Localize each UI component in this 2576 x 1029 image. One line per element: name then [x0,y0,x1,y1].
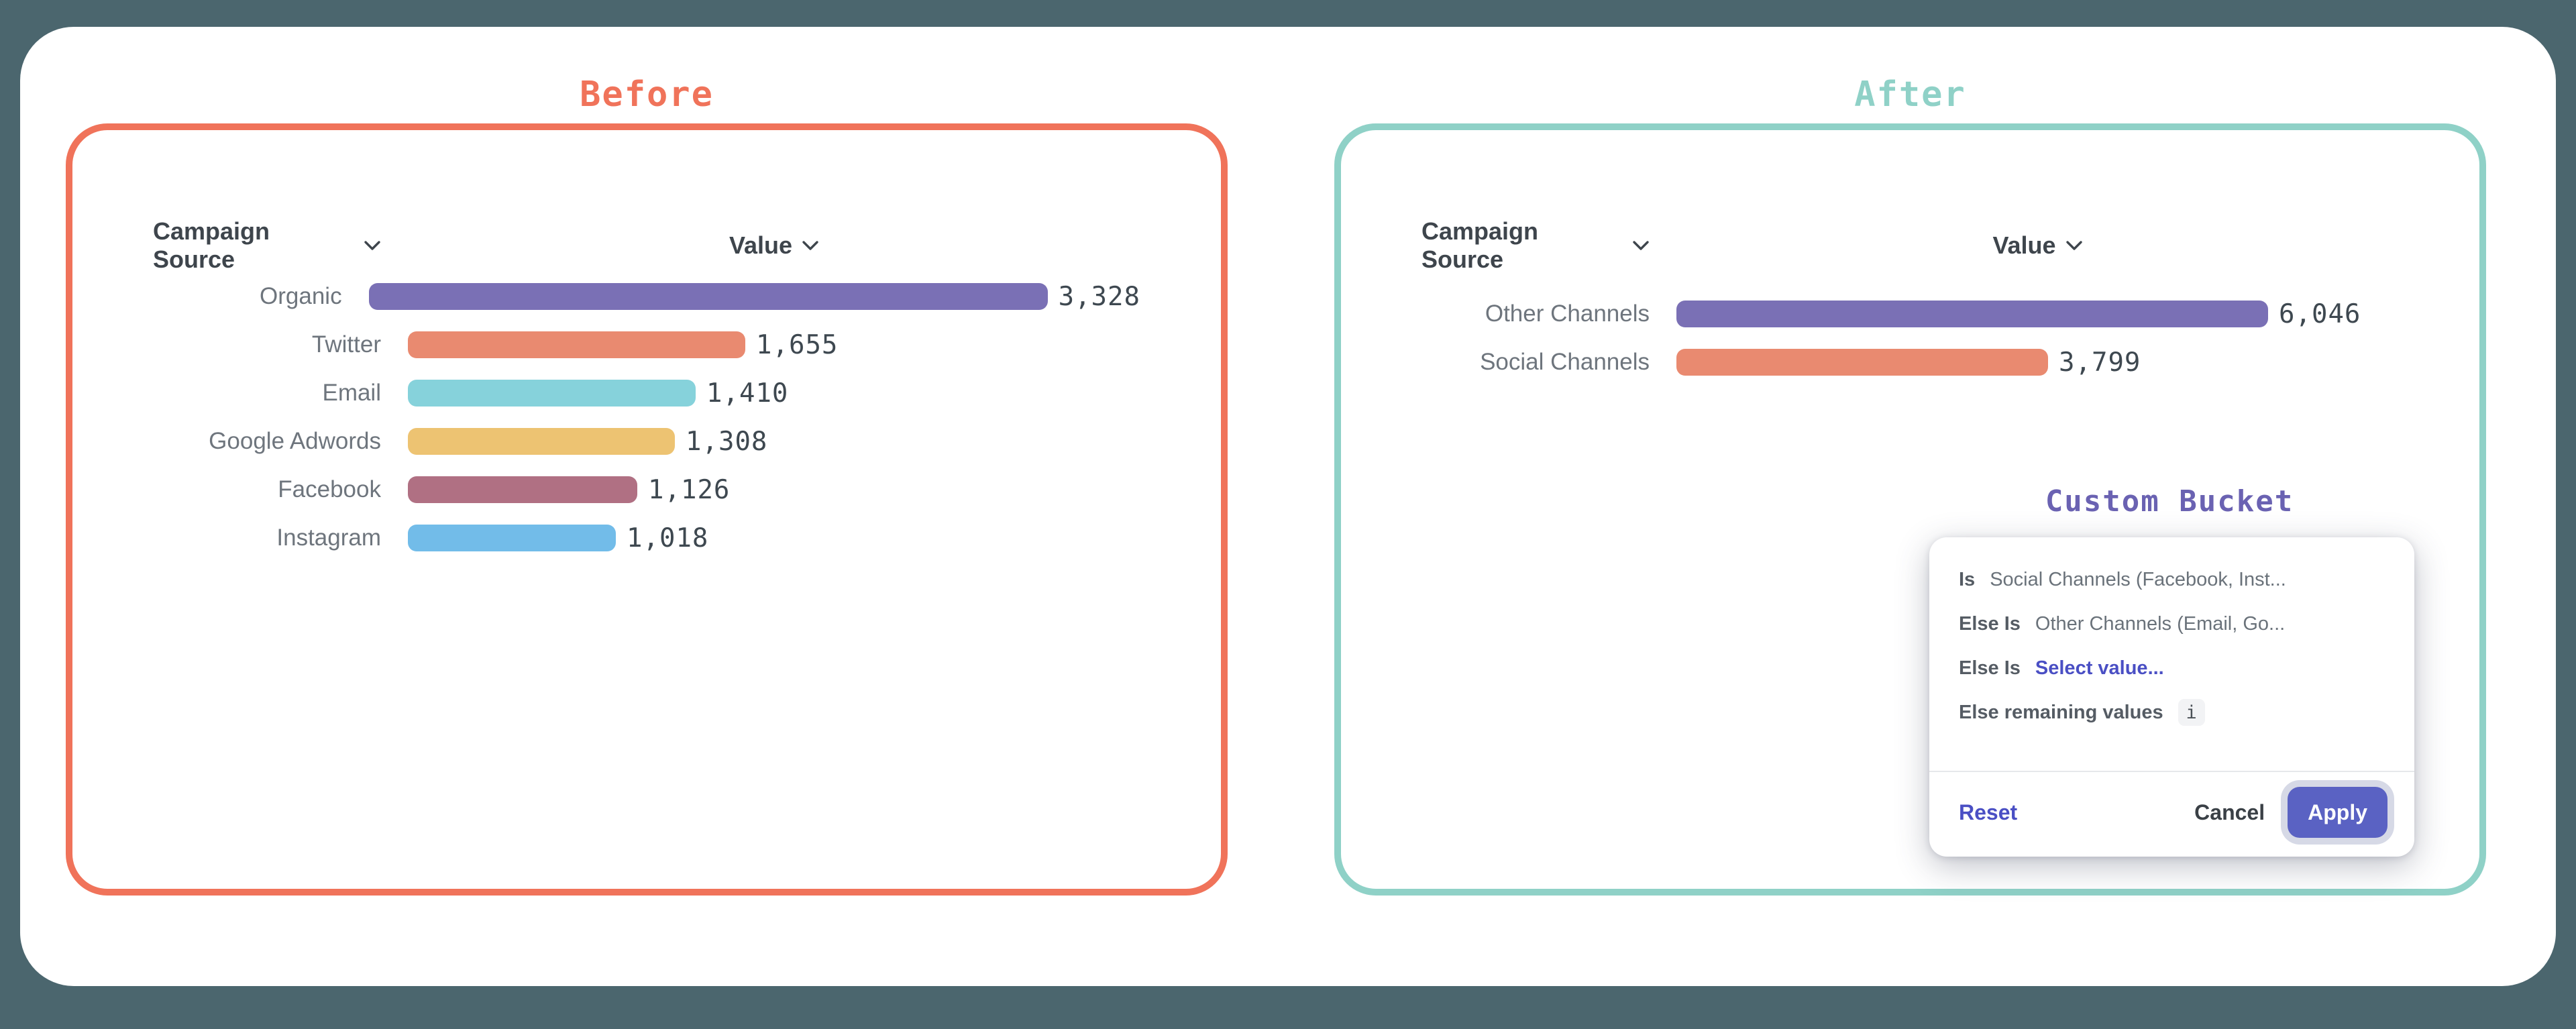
value-bar[interactable] [408,380,696,407]
dimension-header-label: Campaign Source [153,217,354,274]
select-value-link[interactable]: Select value... [2035,657,2164,680]
row-label: Facebook [153,476,381,503]
bar-value[interactable]: 1,126 [648,475,730,505]
after-panel: After Campaign Source Value Other Channe… [1334,66,2486,896]
bar-value[interactable]: 3,328 [1059,282,1140,312]
rule-operator-label: Else Is [1959,613,2021,635]
app-card: Before Campaign Source Value Organic 3,32… [20,27,2556,986]
bar-cell: 1,126 [408,475,730,505]
bar-cell: 1,308 [408,427,767,457]
bar-value[interactable]: 1,655 [756,330,838,360]
table-header: Campaign Source Value [1421,224,2399,267]
row-label: Email [153,380,381,407]
bucket-rule-row: Else remaining values i [1959,690,2385,735]
table-row: Twitter 1,655 [153,321,1140,369]
after-rows: Other Channels 6,046 Social Channels 3,799 [1421,290,2399,386]
before-rows: Organic 3,328 Twitter 1,655 Email 1,410 Google… [153,272,1140,562]
bar-value[interactable]: 1,018 [627,523,708,553]
bar-cell: 3,799 [1676,347,2141,378]
bar-value[interactable]: 1,308 [686,427,767,457]
measure-header[interactable]: Value [1676,231,2399,260]
value-bar[interactable] [369,283,1048,310]
row-label: Google Adwords [153,428,381,455]
table-row: Instagram 1,018 [153,514,1140,562]
reset-button[interactable]: Reset [1959,800,2017,825]
cancel-button[interactable]: Cancel [2194,800,2265,825]
after-table: Campaign Source Value Other Channels 6,04… [1341,224,2479,386]
row-label: Social Channels [1421,349,1650,376]
before-table: Campaign Source Value Organic 3,328 Twitte… [72,224,1221,562]
rule-operator-label: Is [1959,569,1975,591]
bar-cell: 3,328 [369,282,1140,312]
before-panel-box: Campaign Source Value Organic 3,328 Twitte… [66,123,1228,896]
bar-cell: 1,018 [408,523,708,553]
bucket-rule-row: Else Is Other Channels (Email, Go... [1959,602,2385,646]
table-row: Google Adwords 1,308 [153,417,1140,466]
row-label: Instagram [153,525,381,551]
table-row: Email 1,410 [153,369,1140,417]
custom-bucket-dialog: Is Social Channels (Facebook, Inst... El… [1929,537,2414,857]
dimension-header[interactable]: Campaign Source [1421,217,1650,274]
screenshot-root: { "page": { "background": "#4B666E", "ca… [0,0,2576,1029]
value-bar[interactable] [1676,349,2048,376]
value-bar[interactable] [408,428,675,455]
chevron-down-icon [1632,240,1650,251]
row-label: Organic [153,283,342,310]
before-panel: Before Campaign Source Value Organic 3,32… [66,66,1228,896]
bar-cell: 1,410 [408,378,788,409]
table-row: Social Channels 3,799 [1421,338,2399,386]
table-row: Organic 3,328 [153,272,1140,321]
value-bar[interactable] [408,476,637,503]
dimension-header-label: Campaign Source [1421,217,1623,274]
dialog-footer: Reset Cancel Apply [1929,771,2414,857]
measure-header[interactable]: Value [408,231,1140,260]
after-panel-box: Campaign Source Value Other Channels 6,04… [1334,123,2486,896]
table-row: Facebook 1,126 [153,466,1140,514]
bar-cell: 6,046 [1676,299,2361,329]
chevron-down-icon [802,240,819,251]
value-bar[interactable] [1676,301,2268,327]
chevron-down-icon [364,240,381,251]
table-header: Campaign Source Value [153,224,1140,267]
bucket-rule-row: Is Social Channels (Facebook, Inst... [1959,557,2385,602]
value-bar[interactable] [408,331,745,358]
after-title: After [1334,66,2486,123]
row-label: Twitter [153,331,381,358]
chevron-down-icon [2065,240,2083,251]
rule-operator-label: Else Is [1959,657,2021,680]
bar-value[interactable]: 6,046 [2279,299,2361,329]
apply-button[interactable]: Apply [2288,787,2387,838]
bar-value[interactable]: 1,410 [706,378,788,409]
info-icon[interactable]: i [2178,699,2205,726]
rule-operator-label: Else remaining values [1959,702,2163,724]
before-title: Before [66,66,1228,123]
rule-value[interactable]: Other Channels (Email, Go... [2035,613,2285,635]
bucket-rule-row: Else Is Select value... [1959,646,2385,690]
rule-value[interactable]: Social Channels (Facebook, Inst... [1990,569,2286,591]
value-bar[interactable] [408,525,616,551]
bar-cell: 1,655 [408,330,838,360]
bar-value[interactable]: 3,799 [2059,347,2141,378]
measure-header-label: Value [729,231,792,260]
custom-bucket-title: Custom Bucket [1968,484,2371,519]
measure-header-label: Value [1992,231,2055,260]
dimension-header[interactable]: Campaign Source [153,217,381,274]
table-row: Other Channels 6,046 [1421,290,2399,338]
row-label: Other Channels [1421,301,1650,327]
